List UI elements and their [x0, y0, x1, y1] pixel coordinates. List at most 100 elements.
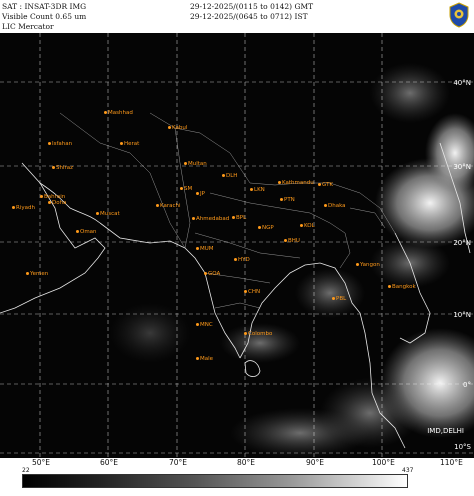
city-marker: Male — [196, 356, 213, 362]
imd-emblem-icon — [449, 2, 469, 28]
city-marker: GOA — [204, 271, 220, 277]
city-label: Yangon — [360, 262, 380, 268]
city-dot-icon — [168, 126, 171, 129]
city-label: CHN — [248, 289, 261, 295]
city-marker: JP — [196, 191, 205, 197]
city-label: Oman — [80, 229, 97, 235]
city-marker: Karachi — [156, 203, 181, 209]
city-marker: GTK — [318, 182, 333, 188]
city-dot-icon — [184, 162, 187, 165]
city-label: NGP — [262, 225, 274, 231]
colorbar — [22, 474, 408, 488]
city-marker: Doha — [48, 200, 66, 206]
city-label: Bangkok — [392, 284, 416, 290]
city-marker: NGP — [258, 225, 274, 231]
city-label: JP — [200, 191, 205, 197]
city-label: GOA — [208, 271, 221, 277]
map-canvas — [0, 33, 474, 458]
lon-label-70e: 70°E — [169, 458, 188, 467]
city-dot-icon — [52, 166, 55, 169]
city-dot-icon — [76, 230, 79, 233]
city-label: BHU — [288, 238, 300, 244]
city-marker: Isfahan — [48, 141, 72, 147]
city-dot-icon — [196, 323, 199, 326]
city-marker: HYD — [234, 257, 250, 263]
city-label: Muscat — [100, 211, 120, 217]
city-label: Ahmedabad — [196, 216, 230, 222]
city-label: Multan — [188, 161, 207, 167]
city-dot-icon — [96, 212, 99, 215]
city-marker: Yemen — [26, 271, 48, 277]
city-marker: Kabul — [168, 125, 187, 131]
city-label: PTN — [284, 197, 295, 203]
city-label: Male — [200, 356, 214, 362]
city-marker: Ahmedabad — [192, 216, 229, 222]
city-dot-icon — [196, 247, 199, 250]
city-marker: Multan — [184, 161, 207, 167]
city-dot-icon — [156, 204, 159, 207]
city-dot-icon — [280, 198, 283, 201]
city-dot-icon — [234, 258, 237, 261]
lon-label-60e: 60°E — [100, 458, 119, 467]
time-ist: 29-12-2025/(0645 to 0712) IST — [190, 12, 308, 21]
lat-label-0: 0° — [463, 381, 471, 389]
city-label: SM — [184, 186, 193, 192]
city-marker: SM — [180, 186, 192, 192]
channel-label: Visible Count 0.65 um — [2, 12, 87, 21]
city-marker: Muscat — [96, 211, 120, 217]
city-marker: Bangkok — [388, 284, 416, 290]
city-marker: DLH — [222, 173, 237, 179]
city-label: Shiraz — [56, 165, 74, 171]
city-marker: BPL — [232, 215, 246, 221]
city-dot-icon — [318, 183, 321, 186]
projection-label: LIC Mercator — [2, 22, 54, 31]
city-dot-icon — [284, 239, 287, 242]
satellite-map[interactable]: 40°N 30°N 20°N 10°N 0° 10°S Mashhad Kabu… — [0, 33, 474, 458]
city-label: Dhaka — [328, 203, 346, 209]
city-label: Riyadh — [16, 205, 35, 211]
lat-label-20n: 20°N — [453, 239, 471, 247]
city-marker: KOL — [300, 223, 315, 229]
credit-label: IMD,DELHI — [427, 427, 464, 435]
city-label: Karachi — [160, 203, 181, 209]
city-marker: Riyadh — [12, 205, 35, 211]
city-marker: LKN — [250, 187, 265, 193]
city-dot-icon — [244, 332, 247, 335]
city-label: MNC — [200, 322, 213, 328]
city-label: LKN — [254, 187, 265, 193]
city-marker: Colombo — [244, 331, 272, 337]
city-dot-icon — [332, 297, 335, 300]
city-marker: Kathmandu — [278, 180, 314, 186]
city-dot-icon — [40, 195, 43, 198]
city-marker: CHN — [244, 289, 260, 295]
lon-label-50e: 50°E — [32, 458, 51, 467]
lon-label-90e: 90°E — [306, 458, 325, 467]
city-marker: Dhaka — [324, 203, 346, 209]
city-dot-icon — [192, 217, 195, 220]
city-marker: PBL — [332, 296, 346, 302]
city-label: DLH — [226, 173, 238, 179]
city-marker: MUM — [196, 246, 214, 252]
city-label: Mashhad — [108, 110, 133, 116]
city-marker: MNC — [196, 322, 213, 328]
satellite-name: SAT : INSAT-3DR IMG — [2, 2, 87, 11]
lon-label-100e: 100°E — [372, 458, 395, 467]
lon-label-80e: 80°E — [237, 458, 256, 467]
city-label: GTK — [322, 182, 334, 188]
city-dot-icon — [300, 224, 303, 227]
colorbar-min-label: 22 — [22, 467, 30, 474]
city-dot-icon — [232, 216, 235, 219]
city-dot-icon — [26, 272, 29, 275]
lat-label-30n: 30°N — [453, 163, 471, 171]
city-label: Doha — [52, 200, 67, 206]
city-dot-icon — [48, 201, 51, 204]
city-label: BPL — [236, 215, 247, 221]
city-dot-icon — [196, 192, 199, 195]
city-marker: Yangon — [356, 262, 380, 268]
city-dot-icon — [258, 226, 261, 229]
time-gmt: 29-12-2025/(0115 to 0142) GMT — [190, 2, 314, 11]
city-dot-icon — [278, 181, 281, 184]
city-label: KOL — [304, 223, 315, 229]
city-label: Kathmandu — [282, 180, 314, 186]
city-dot-icon — [244, 290, 247, 293]
